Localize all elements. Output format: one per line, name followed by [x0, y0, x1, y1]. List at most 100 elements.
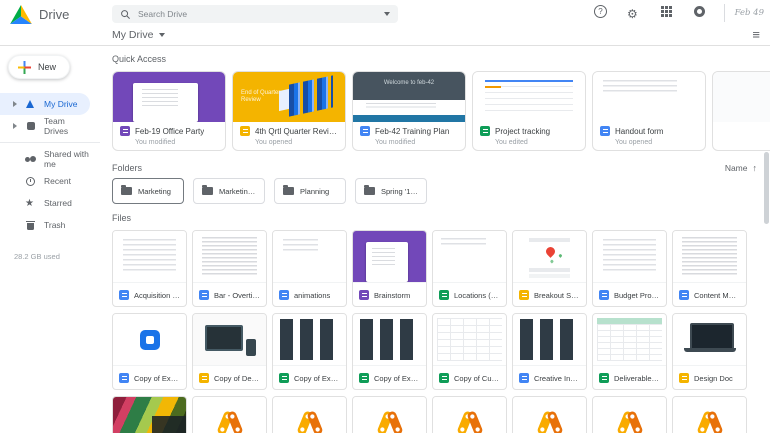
sidebar-item[interactable]: Team Drives	[0, 115, 90, 137]
folder-name: Marketing	[138, 187, 171, 196]
file-meta: 4th Qrtl Quarter Review You opened	[233, 122, 345, 146]
file-label: Copy of Example...	[113, 366, 186, 390]
expand-caret-icon[interactable]	[13, 101, 17, 107]
file-card[interactable]: Copy of Explore...	[272, 313, 347, 390]
folder-icon	[283, 187, 294, 195]
file-label: Deliverables GD	[593, 366, 666, 390]
file-type-icon	[439, 373, 449, 383]
folder-chip[interactable]: Spring '18 ove...	[355, 178, 427, 204]
search-input[interactable]: Search Drive	[112, 5, 398, 23]
folder-icon	[364, 187, 375, 195]
expand-caret-icon[interactable]	[13, 123, 17, 129]
search-options-caret-icon[interactable]	[384, 12, 390, 16]
sidebar-divider	[0, 142, 100, 143]
quick-access-card[interactable]: End of Quarter Review 4th Qrtl Quarter R…	[232, 71, 346, 151]
file-card[interactable]: Content Market...	[672, 230, 747, 307]
folders-header: Folders Name	[112, 163, 757, 173]
new-button-label: New	[38, 62, 56, 72]
account-signature: Feb 49	[724, 4, 764, 22]
my-drive-breadcrumb[interactable]: My Drive	[112, 29, 165, 41]
quick-access-card[interactable]: Feb-19 Office Party You modified	[112, 71, 226, 151]
file-card[interactable]	[672, 396, 747, 433]
file-card[interactable]	[592, 396, 667, 433]
files-heading: Files	[112, 213, 770, 223]
file-card[interactable]	[192, 396, 267, 433]
file-card[interactable]: Deliverables GD	[592, 313, 667, 390]
folder-chip[interactable]: Planning	[274, 178, 346, 204]
quick-access-card[interactable]: Handout form You opened	[592, 71, 706, 151]
sidebar-item[interactable]: My Drive	[0, 93, 90, 115]
file-label: Locations (Rea...	[433, 283, 506, 307]
file-card[interactable]: Design Doc	[672, 313, 747, 390]
file-card[interactable]: animations	[272, 230, 347, 307]
file-name: Deliverables GD	[614, 374, 660, 383]
file-name: Creative Insight...	[534, 374, 580, 383]
new-button[interactable]: New	[8, 55, 70, 79]
file-activity: You opened	[615, 139, 698, 146]
file-card[interactable]	[432, 396, 507, 433]
file-name: Copy of Example...	[134, 374, 180, 383]
file-card[interactable]: Acquisition prop...	[112, 230, 187, 307]
account-avatar[interactable]	[693, 5, 706, 18]
file-card[interactable]: Budget Proposal...	[592, 230, 667, 307]
quick-access-card[interactable]	[712, 71, 770, 151]
file-type-icon	[279, 290, 289, 300]
quick-access-card[interactable]: Project tracking You edited	[472, 71, 586, 151]
file-label: Copy of Custom...	[433, 366, 506, 390]
folder-name: Spring '18 ove...	[381, 187, 418, 196]
app-bar: Drive Search Drive Feb 49 My Drive	[0, 0, 770, 46]
vertical-scrollbar[interactable]	[764, 152, 769, 224]
file-label: Bar - Overtimes...	[193, 283, 266, 307]
file-activity: You opened	[255, 139, 338, 146]
settings-gear-icon[interactable]	[627, 5, 640, 18]
sidebar-item[interactable]: Starred	[0, 192, 90, 214]
quick-access-card[interactable]: Welcome to feb-42 Feb-42 Training Plan Y…	[352, 71, 466, 151]
file-card[interactable]: Copy of Example...	[112, 313, 187, 390]
file-type-icon	[279, 373, 289, 383]
file-name: Acquisition prop...	[134, 291, 180, 300]
list-view-toggle-icon[interactable]	[752, 28, 760, 42]
file-thumbnail	[513, 314, 586, 366]
sort-control[interactable]: Name	[725, 163, 757, 173]
file-type-icon	[519, 373, 529, 383]
file-type-icon	[119, 373, 129, 383]
file-card[interactable]: Brainstorm	[352, 230, 427, 307]
file-label: Content Market...	[673, 283, 746, 307]
file-activity: You edited	[495, 139, 578, 146]
file-thumbnail: Welcome to feb-42	[353, 72, 465, 122]
file-card[interactable]	[352, 396, 427, 433]
content-area: Quick Access Feb-19 Office Party You mod…	[100, 46, 770, 433]
file-card[interactable]: Breakout Sessio...	[512, 230, 587, 307]
file-card[interactable]: Creative Insight...	[512, 313, 587, 390]
file-card[interactable]: Bar - Overtimes...	[192, 230, 267, 307]
file-label: Brainstorm	[353, 283, 426, 307]
drive-logo-icon	[10, 5, 32, 24]
help-icon[interactable]	[594, 5, 607, 18]
sidebar-item[interactable]: Trash	[0, 214, 90, 236]
file-type-icon	[199, 373, 209, 383]
folder-name: Marketing Plans	[219, 187, 256, 196]
file-card[interactable]	[112, 396, 187, 433]
sidebar-item[interactable]: Recent	[0, 170, 90, 192]
folder-name: Planning	[300, 187, 329, 196]
file-card[interactable]: Copy of Custom...	[432, 313, 507, 390]
file-card[interactable]: Copy of Explore...	[352, 313, 427, 390]
sidebar-item-label: Starred	[44, 198, 72, 208]
file-thumbnail	[113, 314, 186, 366]
file-card[interactable]	[512, 396, 587, 433]
file-activity: You modified	[135, 139, 218, 146]
file-card[interactable]	[272, 396, 347, 433]
file-type-icon	[119, 290, 129, 300]
folder-chip[interactable]: Marketing	[112, 178, 184, 204]
drive-brand[interactable]: Drive	[10, 5, 69, 24]
apps-grid-icon[interactable]	[660, 5, 673, 18]
sidebar-item[interactable]: Shared with me	[0, 148, 90, 170]
file-meta: Project tracking You edited	[473, 122, 585, 146]
file-title: Feb-19 Office Party	[135, 127, 204, 136]
sidebar-item-label: Trash	[44, 220, 65, 230]
file-card[interactable]: Copy of Design ...	[192, 313, 267, 390]
thumbnail-text: Welcome to feb-42	[353, 79, 465, 87]
file-card[interactable]: Locations (Rea...	[432, 230, 507, 307]
folder-chip[interactable]: Marketing Plans	[193, 178, 265, 204]
file-thumbnail	[113, 72, 225, 122]
